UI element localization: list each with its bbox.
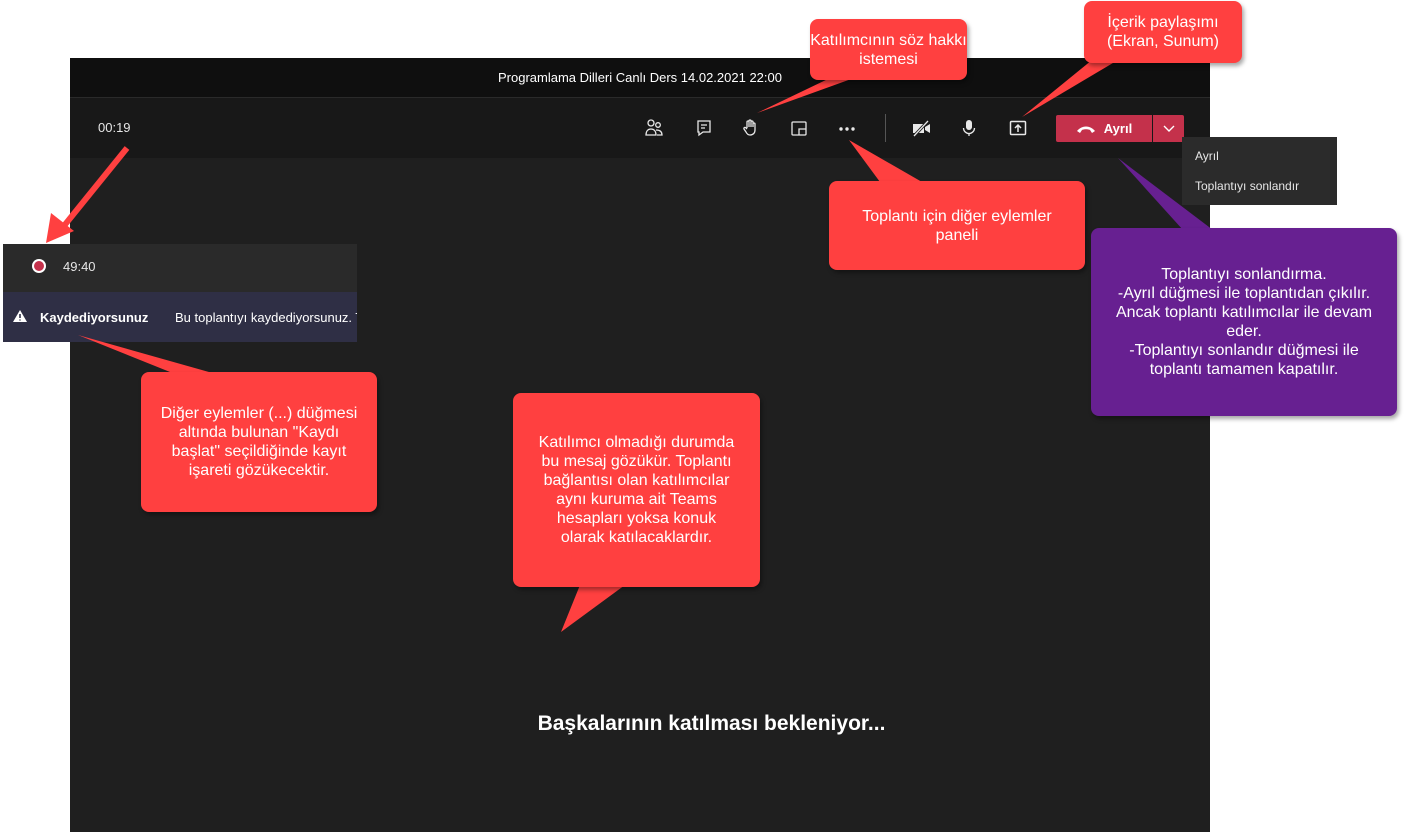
tail-end-meeting [1118, 158, 1213, 230]
callout-more-actions: Toplantı için diğer eylemler paneli [829, 181, 1085, 270]
tail-raise-hand [757, 78, 854, 113]
callout-end-meeting: Toplantıyı sonlandırma. -Ayrıl düğmesi i… [1091, 228, 1397, 416]
callout-no-participants: Katılımcı olmadığı durumda bu mesaj gözü… [513, 393, 760, 587]
callout-raise-hand: Katılımcının söz hakkı istemesi [810, 19, 967, 80]
tail-more-actions [849, 140, 922, 182]
tail-no-participants [561, 585, 625, 632]
tail-share [1022, 60, 1118, 117]
callout-share: İçerik paylaşımı (Ekran, Sunum) [1084, 1, 1242, 63]
arrow-line [56, 146, 130, 234]
tail-recording [78, 335, 216, 374]
callout-recording: Diğer eylemler (...) düğmesi altında bul… [141, 372, 377, 512]
